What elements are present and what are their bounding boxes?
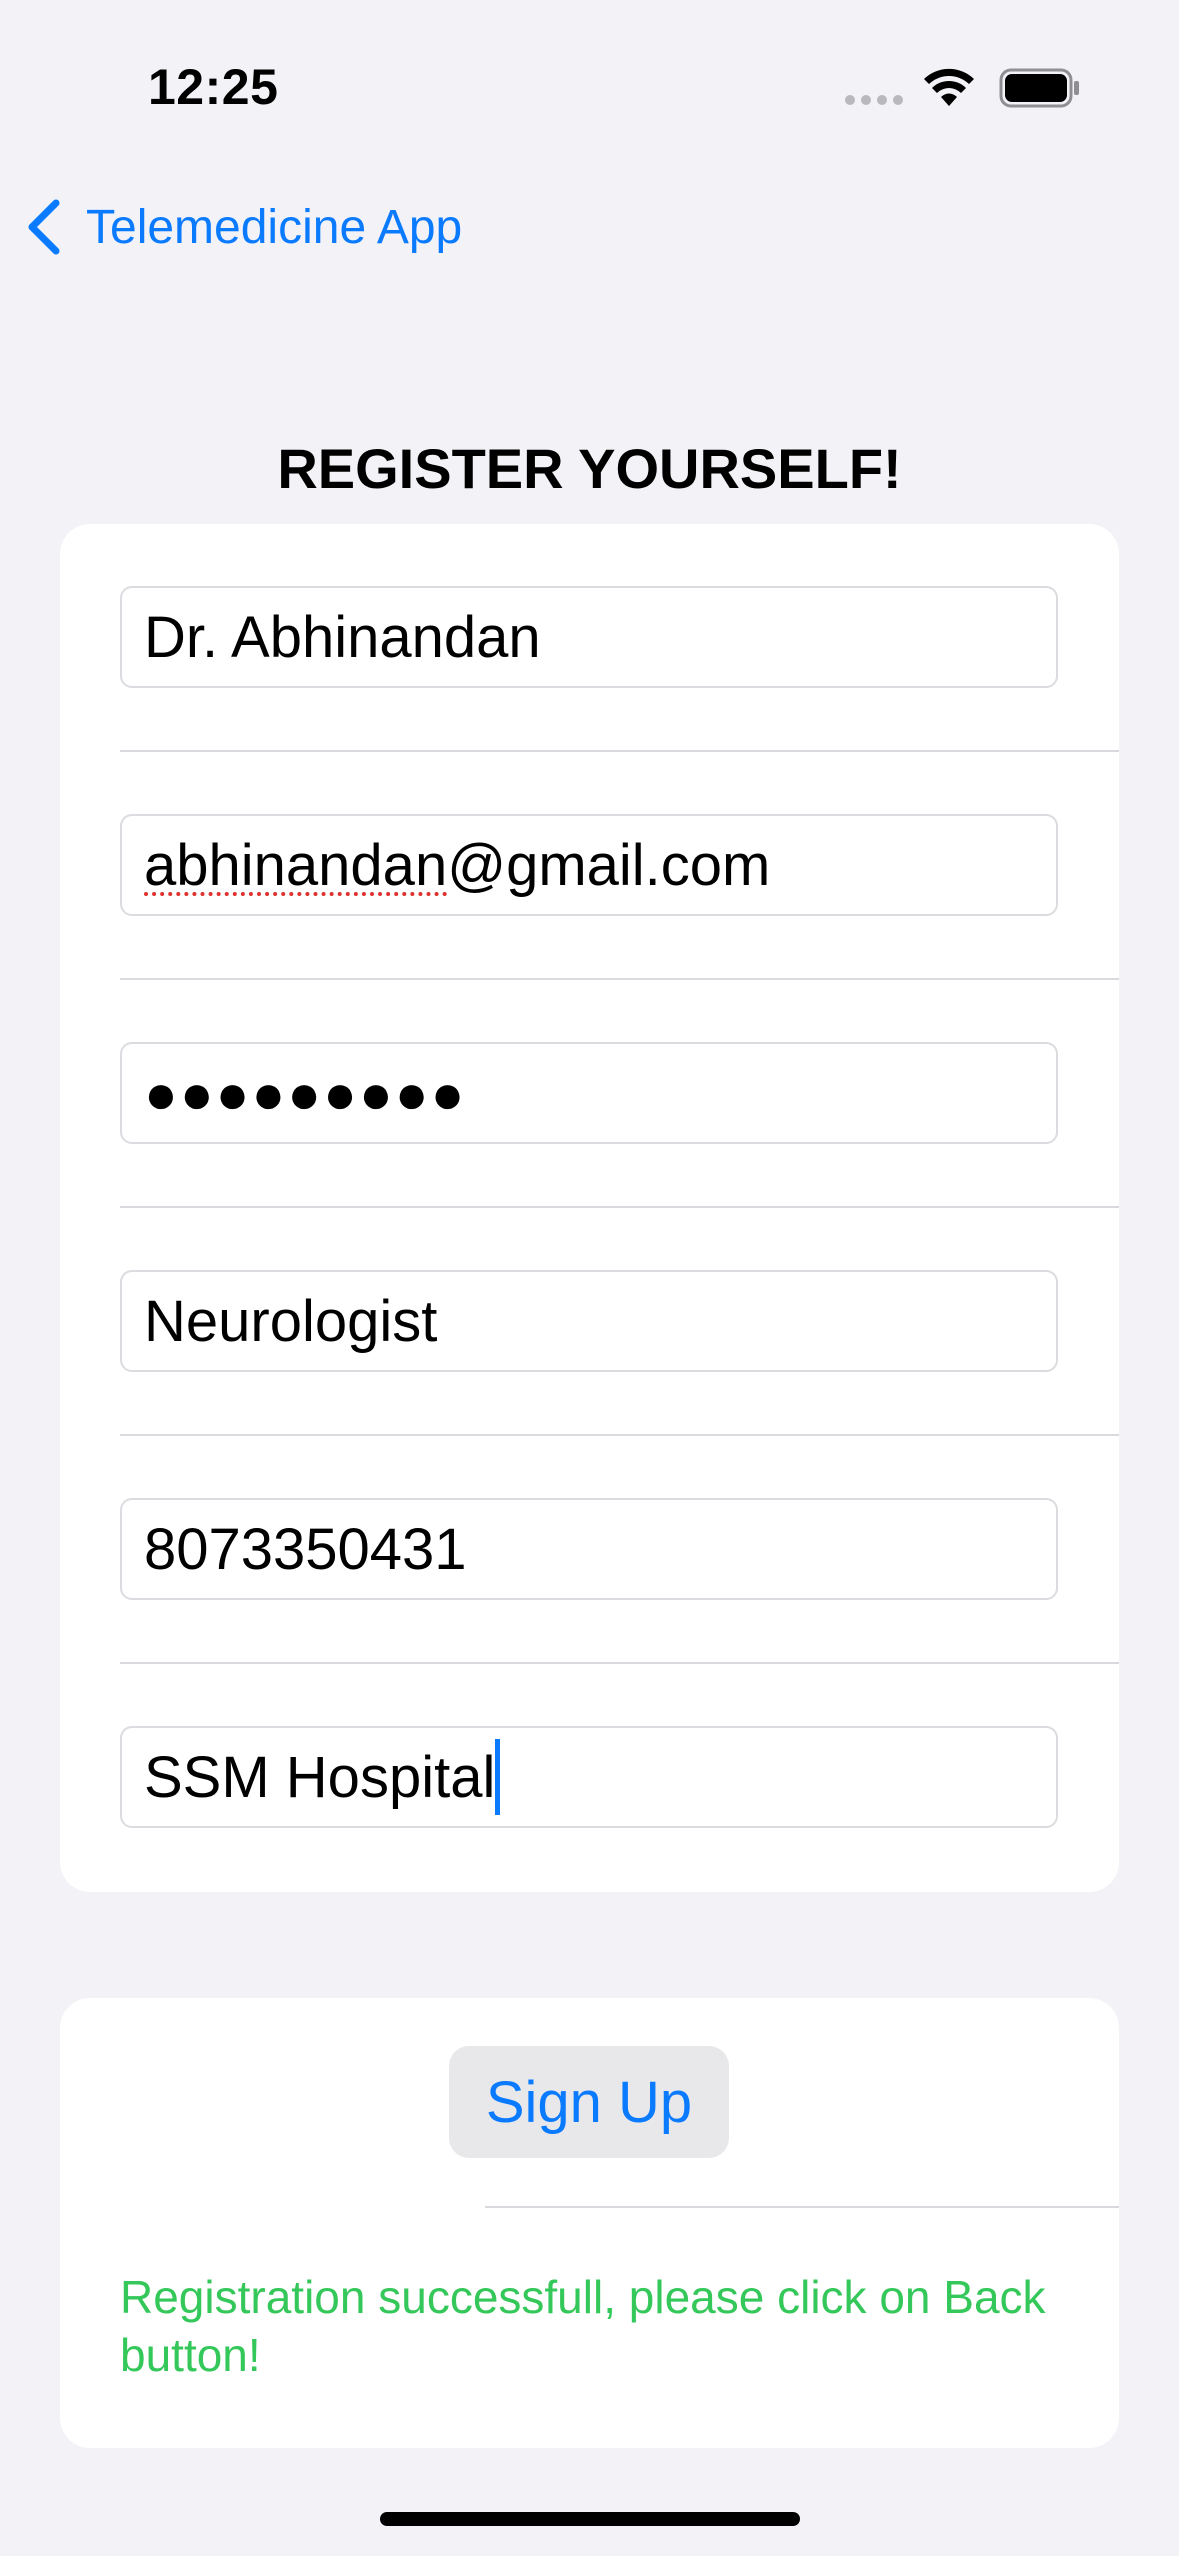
signup-button[interactable]: Sign Up xyxy=(449,2046,729,2158)
email-input[interactable]: abhinandan @gmail.com xyxy=(120,814,1058,916)
wifi-icon xyxy=(924,68,974,106)
back-button-label: Telemedicine App xyxy=(86,200,463,254)
email-input-value-rest: @gmail.com xyxy=(447,832,771,898)
page-title: REGISTER YOURSELF! xyxy=(277,437,902,500)
status-bar: 12:25 xyxy=(0,0,1179,170)
hospital-input-value: SSM Hospital xyxy=(144,1744,496,1810)
status-message: Registration successfull, please click o… xyxy=(120,2271,1046,2381)
field-row-password: ●●●●●●●●● xyxy=(60,980,1119,1208)
hospital-input[interactable]: SSM Hospital xyxy=(120,1726,1058,1828)
password-input[interactable]: ●●●●●●●●● xyxy=(120,1042,1058,1144)
field-row-email: abhinandan @gmail.com xyxy=(60,752,1119,980)
battery-icon xyxy=(999,68,1079,108)
name-input-value: Dr. Abhinandan xyxy=(144,604,541,670)
cellular-signal-icon xyxy=(845,95,903,105)
action-card: Sign Up Registration successfull, please… xyxy=(60,1998,1119,2448)
password-input-value: ●●●●●●●●● xyxy=(144,1061,467,1125)
field-row-name: Dr. Abhinandan xyxy=(60,524,1119,752)
email-input-value-misspelled: abhinandan xyxy=(144,832,448,898)
phone-input[interactable]: 8073350431 xyxy=(120,1498,1058,1600)
field-row-hospital: SSM Hospital xyxy=(60,1664,1119,1892)
specialization-input[interactable]: Neurologist xyxy=(120,1270,1058,1372)
status-time: 12:25 xyxy=(148,59,279,115)
registration-form: Dr. Abhinandan abhinandan @gmail.com ●●●●… xyxy=(60,524,1119,1892)
specialization-input-value: Neurologist xyxy=(144,1288,438,1354)
field-row-phone: 8073350431 xyxy=(60,1436,1119,1664)
divider xyxy=(485,2206,1119,2208)
back-button[interactable]: Telemedicine App xyxy=(24,192,462,262)
phone-input-value: 8073350431 xyxy=(144,1516,467,1582)
home-indicator[interactable] xyxy=(380,2512,800,2526)
field-row-specialization: Neurologist xyxy=(60,1208,1119,1436)
signup-button-label: Sign Up xyxy=(485,2069,693,2135)
chevron-left-icon xyxy=(28,199,60,255)
name-input[interactable]: Dr. Abhinandan xyxy=(120,586,1058,688)
text-cursor xyxy=(495,1739,501,1815)
